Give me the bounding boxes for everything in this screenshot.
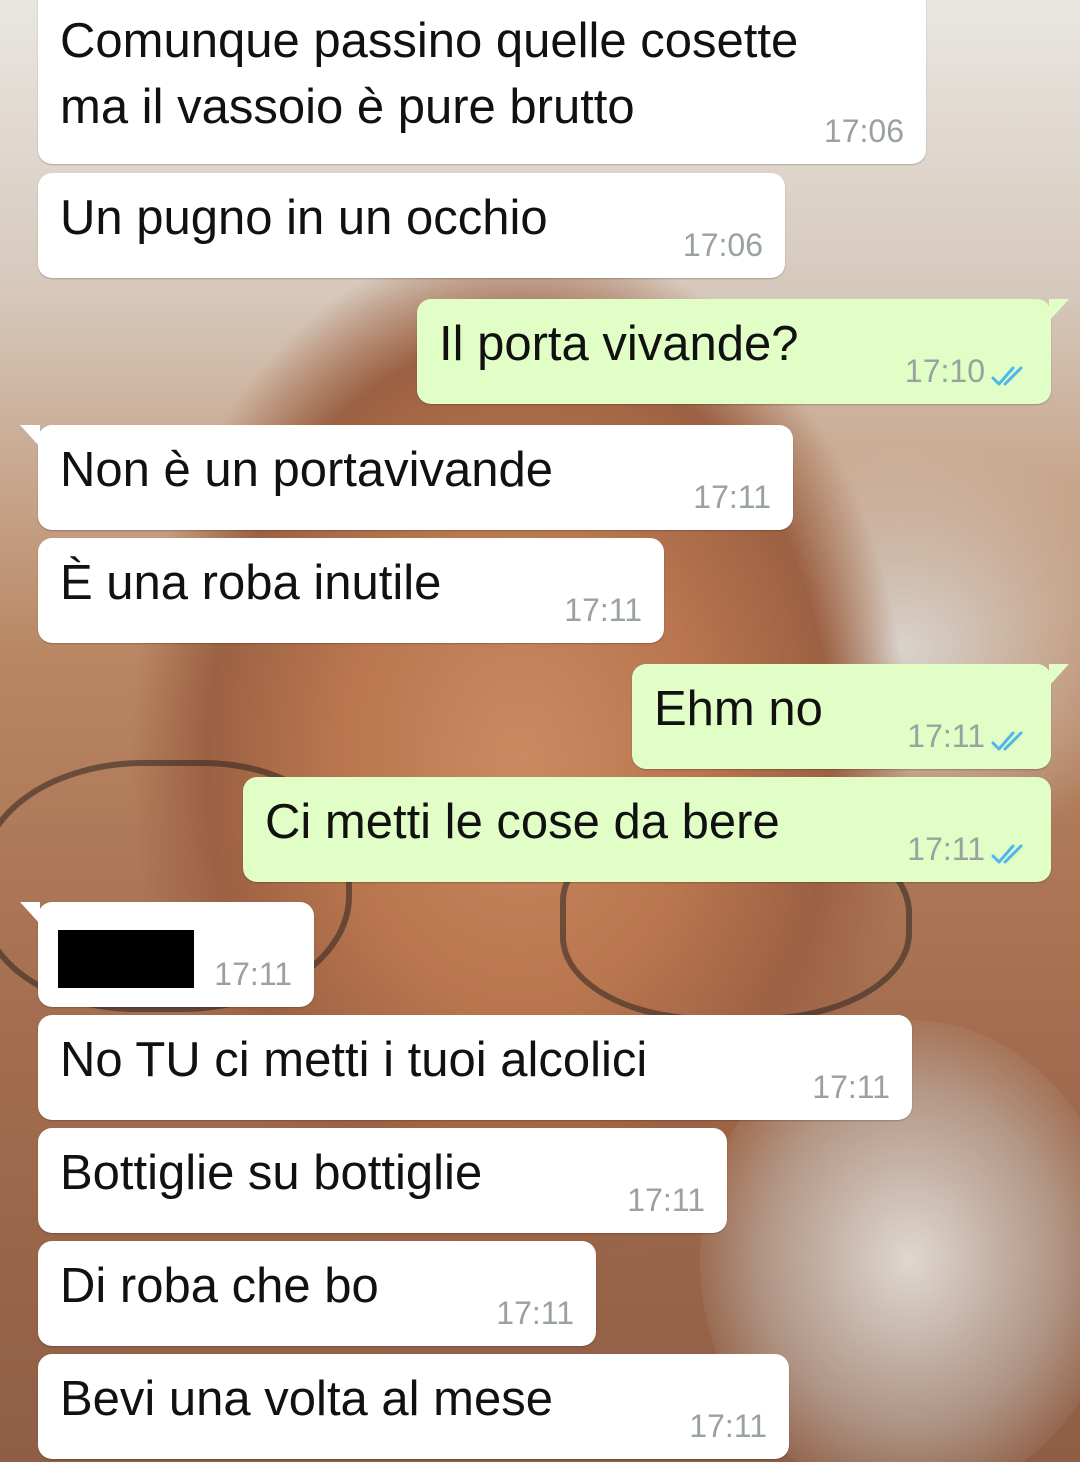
- read-double-tick-icon: [991, 366, 1023, 386]
- message-timestamp: 17:11: [627, 1182, 705, 1218]
- message-text: Non è un portavivande: [60, 443, 554, 497]
- message-text: Bottiglie su bottiglie: [60, 1146, 483, 1200]
- message-bubble-outgoing[interactable]: Ehm no 17:11: [632, 664, 1069, 769]
- message-bubble-incoming[interactable]: Bevi una volta al mese 17:11: [38, 1354, 789, 1459]
- message-bubble-incoming[interactable]: Un pugno in un occhio 17:06: [38, 173, 785, 278]
- message-timestamp: 17:06: [823, 113, 904, 149]
- message-bubble-incoming[interactable]: No TU ci metti i tuoi alcolici 17:11: [38, 1015, 912, 1120]
- message-timestamp: 17:11: [812, 1069, 890, 1105]
- message-bubble-incoming[interactable]: Non è un portavivande 17:11: [20, 425, 793, 530]
- message-bubble-incoming[interactable]: Comunque passino quelle cosette ma il va…: [38, 0, 926, 164]
- message-text: Di roba che bo: [60, 1259, 379, 1313]
- message-bubble-outgoing[interactable]: Ci metti le cose da bere 17:11: [243, 777, 1051, 882]
- read-double-tick-icon: [991, 844, 1023, 864]
- message-timestamp: 17:11: [214, 956, 292, 992]
- message-timestamp: 17:11: [496, 1295, 574, 1331]
- bubble-tail: [20, 902, 40, 924]
- message-timestamp: 17:11: [693, 479, 771, 515]
- message-text: È una roba inutile: [60, 556, 442, 610]
- message-text: Un pugno in un occhio: [60, 191, 548, 245]
- message-text: No TU ci metti i tuoi alcolici: [60, 1033, 648, 1087]
- message-bubble-outgoing[interactable]: Il porta vivande? 17:10: [417, 299, 1069, 404]
- redacted-content-block: [58, 930, 194, 988]
- message-bubble-incoming[interactable]: 17:11: [20, 902, 314, 1007]
- message-bubble-incoming[interactable]: Bottiglie su bottiglie 17:11: [38, 1128, 727, 1233]
- bubble-tail: [1049, 664, 1069, 686]
- message-bubble-incoming[interactable]: Di roba che bo 17:11: [38, 1241, 596, 1346]
- message-timestamp: 17:06: [682, 227, 763, 263]
- message-timestamp: 17:11: [689, 1408, 767, 1444]
- message-bubble-incoming[interactable]: È una roba inutile 17:11: [38, 538, 664, 643]
- message-text: Bevi una volta al mese: [60, 1372, 553, 1426]
- message-timestamp: 17:11: [907, 718, 985, 754]
- message-text: Ci metti le cose da bere: [265, 795, 780, 849]
- message-text: Ehm no: [654, 682, 823, 736]
- message-timestamp: 17:11: [907, 831, 985, 867]
- message-timestamp: 17:10: [904, 353, 985, 389]
- message-text: Comunque passino quelle cosette ma il va…: [60, 14, 799, 134]
- message-text: Il porta vivande?: [439, 317, 799, 371]
- bubble-tail: [20, 425, 40, 447]
- bubble-tail: [1049, 299, 1069, 321]
- read-double-tick-icon: [991, 731, 1023, 751]
- message-timestamp: 17:11: [564, 592, 642, 628]
